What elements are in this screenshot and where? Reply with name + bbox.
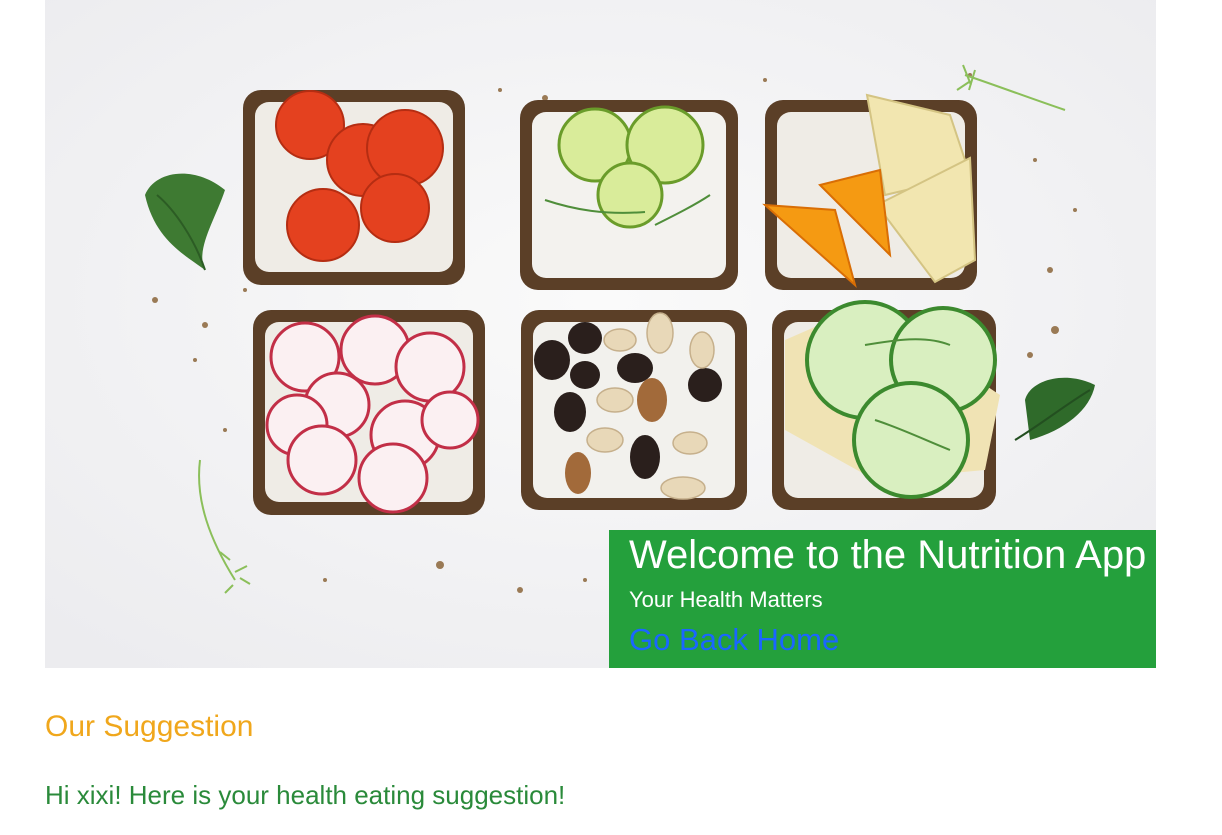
page-subtitle: Your Health Matters [629, 587, 823, 612]
suggestion-greeting: Hi xixi! Here is your health eating sugg… [45, 780, 566, 810]
page-title: Welcome to the Nutrition App [629, 533, 1147, 577]
welcome-banner: Welcome to the Nutrition App Your Health… [609, 530, 1156, 668]
suggestion-heading: Our Suggestion [45, 710, 254, 743]
go-back-home-link[interactable]: Go Back Home [629, 622, 839, 658]
